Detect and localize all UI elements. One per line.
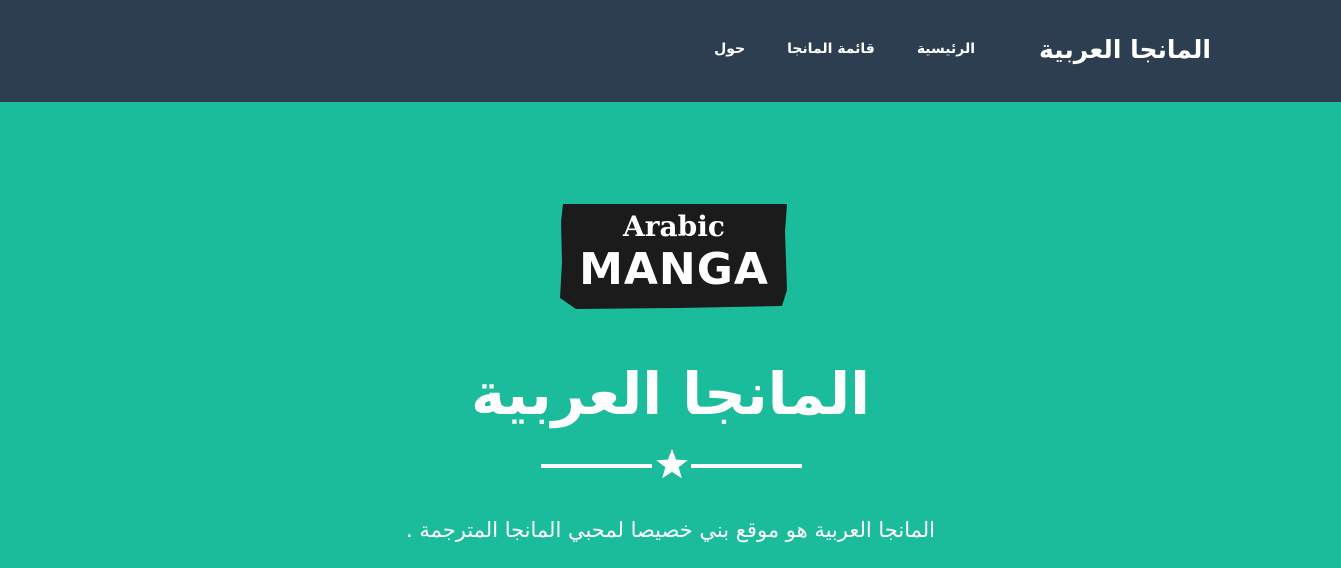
site-logo: Arabic MANGA xyxy=(558,202,789,310)
hero-subtitle: المانجا العربية هو موقع بني خصيصا لمحبي … xyxy=(406,518,935,542)
logo-badge: Arabic MANGA xyxy=(560,204,787,309)
nav-link-about[interactable]: حول xyxy=(693,36,766,62)
nav-item-about: حول xyxy=(693,36,766,62)
nav-menu: الرئيسية قائمة المانجا حول xyxy=(693,36,996,62)
hero-section: Arabic MANGA المانجا العربية المانجا الع… xyxy=(0,102,1341,568)
divider-line-left xyxy=(541,464,652,468)
star-divider xyxy=(541,447,802,483)
hero-title: المانجا العربية xyxy=(471,360,870,428)
brand-link[interactable]: المانجا العربية xyxy=(1039,30,1211,70)
nav-link-manga-list[interactable]: قائمة المانجا xyxy=(766,36,896,62)
navbar: المانجا العربية الرئيسية قائمة المانجا ح… xyxy=(0,0,1341,102)
logo-text-arabic: Arabic xyxy=(622,210,725,243)
star-icon xyxy=(656,449,688,479)
nav-link-home[interactable]: الرئيسية xyxy=(896,36,996,62)
logo-text-manga: MANGA xyxy=(579,244,769,295)
nav-item-manga-list: قائمة المانجا xyxy=(766,36,896,62)
divider-line-right xyxy=(691,464,802,468)
nav-item-home: الرئيسية xyxy=(896,36,996,62)
